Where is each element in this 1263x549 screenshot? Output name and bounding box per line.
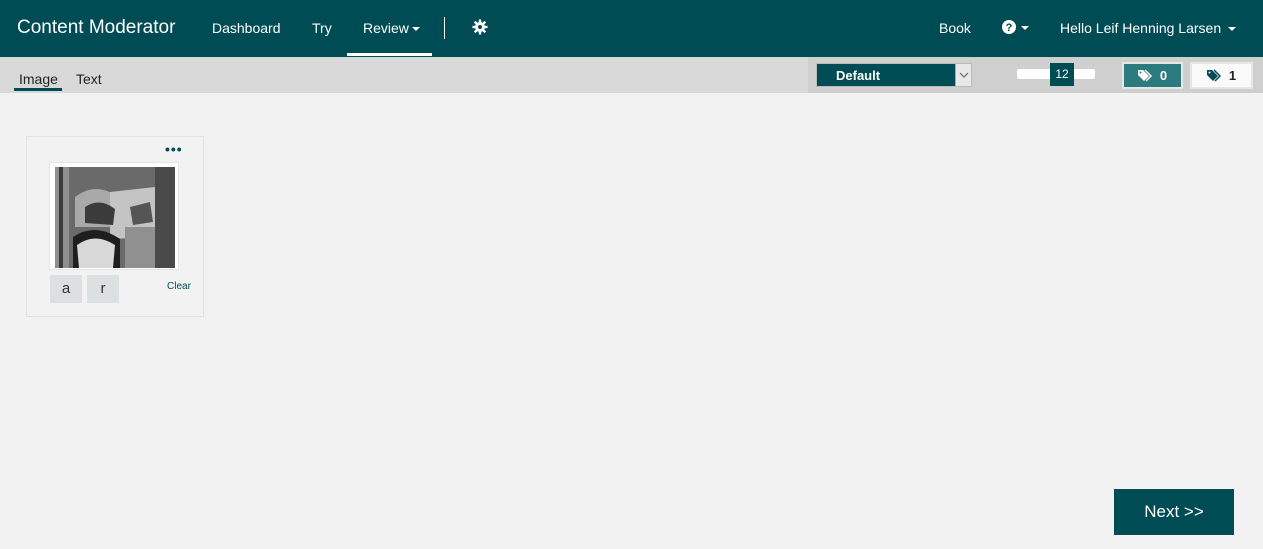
active-nav-indicator	[347, 53, 432, 56]
help-icon: ?	[1002, 20, 1016, 34]
untagged-filter-button[interactable]: 1	[1190, 62, 1253, 89]
gear-icon[interactable]	[472, 19, 488, 35]
tab-image[interactable]: Image	[19, 71, 58, 87]
nav-review[interactable]: Review	[363, 20, 420, 36]
team-select-value: Default	[836, 68, 881, 83]
tag-chip-a[interactable]: a	[50, 275, 82, 303]
tags-icon	[1206, 69, 1221, 82]
untagged-count: 1	[1228, 68, 1237, 83]
image-frame[interactable]	[49, 162, 179, 270]
review-image	[55, 167, 175, 268]
team-select[interactable]: Default	[816, 63, 972, 87]
chevron-down-icon	[411, 27, 420, 32]
chevron-down-icon	[1021, 26, 1029, 30]
user-menu[interactable]: Hello Leif Henning Larsen	[1060, 20, 1237, 36]
tagged-count: 0	[1159, 68, 1168, 83]
clear-tags-link[interactable]: Clear	[167, 281, 191, 292]
select-arrow[interactable]	[955, 64, 971, 86]
next-button[interactable]: Next >>	[1114, 489, 1234, 535]
tags-icon	[1137, 69, 1152, 82]
page-size-slider-handle[interactable]: 12	[1050, 63, 1074, 86]
tag-chip-r[interactable]: r	[87, 275, 119, 303]
svg-text:?: ?	[1006, 22, 1013, 34]
more-icon[interactable]: •••	[165, 141, 183, 157]
user-greeting: Hello Leif Henning Larsen	[1060, 20, 1222, 36]
tagged-filter-button[interactable]: 0	[1122, 62, 1183, 89]
nav-dashboard[interactable]: Dashboard	[212, 20, 281, 36]
nav-book[interactable]: Book	[939, 20, 971, 36]
tab-text[interactable]: Text	[76, 71, 102, 87]
nav-try[interactable]: Try	[312, 20, 332, 36]
help-menu[interactable]: ?	[1002, 20, 1030, 36]
top-nav-bar: Content Moderator Dashboard Try Review B…	[0, 0, 1263, 57]
chevron-down-icon	[1228, 27, 1237, 32]
app-title[interactable]: Content Moderator	[17, 17, 175, 39]
chevron-down-icon	[959, 72, 969, 78]
nav-divider	[444, 17, 445, 39]
nav-review-label: Review	[363, 20, 409, 36]
review-card: ••• a r Clear	[26, 136, 204, 317]
active-tab-indicator	[14, 88, 62, 91]
